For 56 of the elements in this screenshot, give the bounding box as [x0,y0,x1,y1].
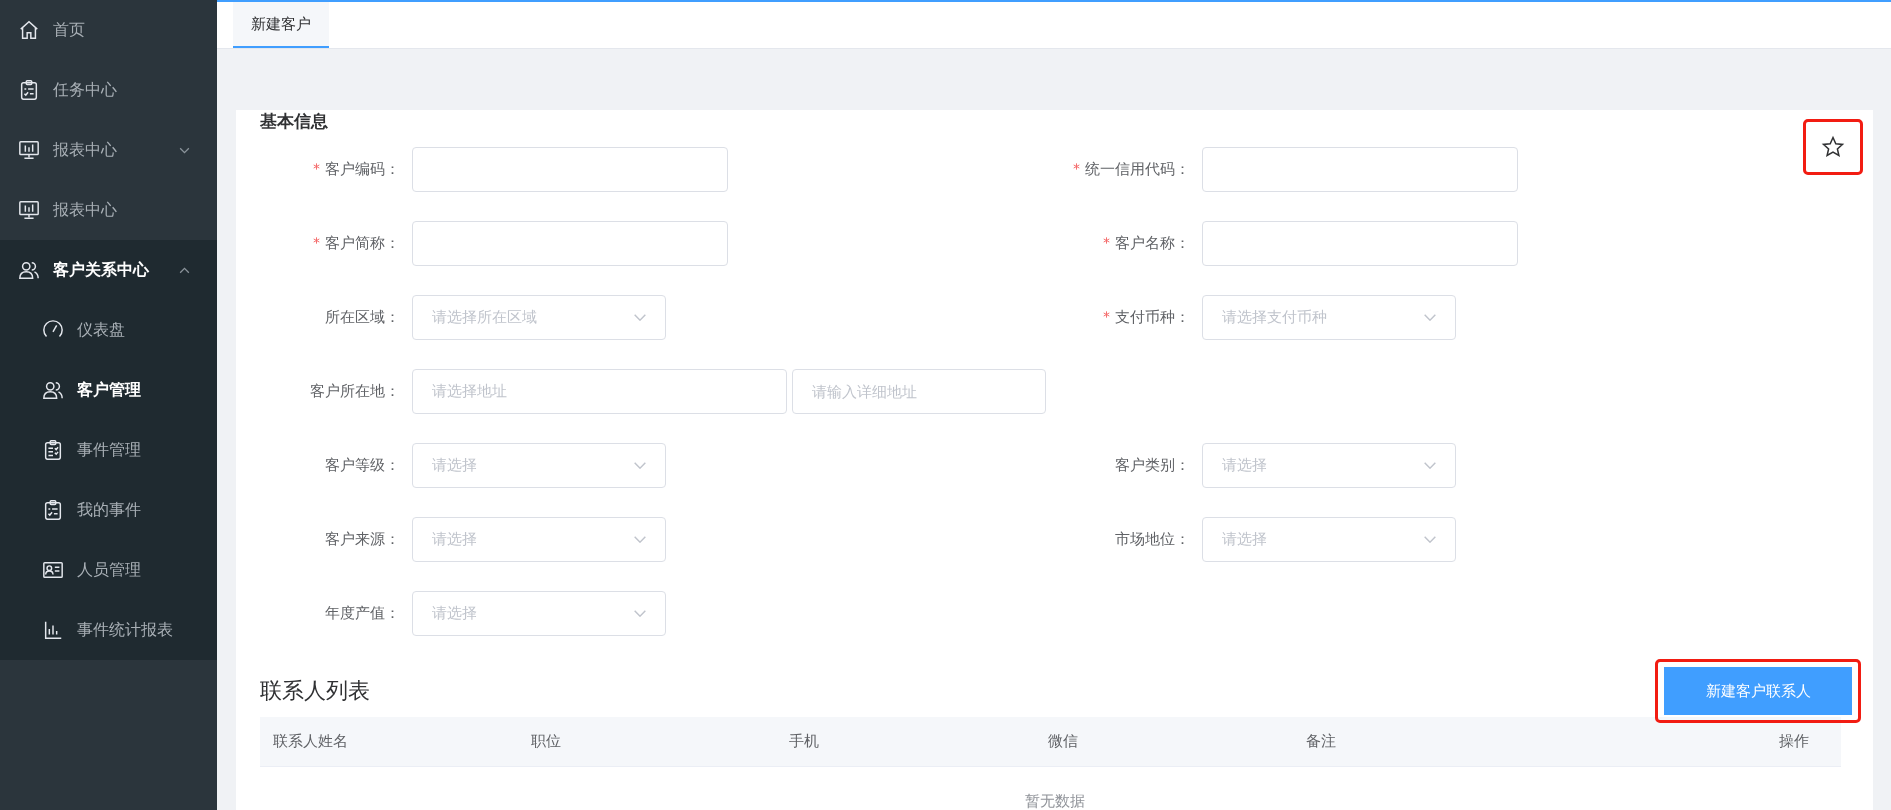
field-label: 客户类别： [1115,456,1190,474]
input-field[interactable] [1202,147,1518,192]
input-field[interactable] [412,221,728,266]
home-icon [18,19,40,41]
sidebar-item[interactable]: 报表中心 [0,180,217,240]
id-card-icon [42,559,64,581]
clipboard-icon [42,499,64,521]
checklist-icon [42,439,64,461]
column-header: 微信 [1046,732,1079,751]
monitor-chart-icon [18,199,40,221]
sidebar-item[interactable]: 客户关系中心 [0,240,217,300]
field-label: 年度产值： [325,604,400,622]
sidebar-item[interactable]: 报表中心 [0,120,217,180]
field-label: 所在区域： [325,308,400,326]
field-label: 统一信用代码： [1085,160,1190,178]
column-header: 手机 [788,732,821,751]
clipboard-icon [18,79,40,101]
field-label: 客户所在地： [310,382,400,400]
column-header: 备注 [1304,732,1337,751]
column-header: 联系人姓名 [272,732,349,751]
chevron-down-icon [1424,536,1436,543]
sidebar-subitem[interactable]: 我的事件 [0,480,217,540]
field-label: 客户等级： [325,456,400,474]
star-icon[interactable] [1821,135,1845,159]
column-header: 职位 [530,732,563,751]
sidebar-subitem[interactable]: 事件管理 [0,420,217,480]
chevron-down-icon [1424,462,1436,469]
field-label: 客户简称： [325,234,400,252]
bar-chart-icon [42,619,64,641]
monitor-chart-icon [18,139,40,161]
chevron-down-icon [634,314,646,321]
chevron-down-icon [634,462,646,469]
sidebar-subitem[interactable]: 人员管理 [0,540,217,600]
sidebar-subitem[interactable]: 事件统计报表 [0,600,217,660]
field-label: 客户编码： [325,160,400,178]
people-icon [18,259,40,281]
sidebar-subitem[interactable]: 客户管理 [0,360,217,420]
sidebar-item[interactable]: 任务中心 [0,60,217,120]
input-field[interactable] [1202,221,1518,266]
column-header: 操作 [1778,732,1811,751]
field-label: 客户名称： [1115,234,1190,252]
section-title: 联系人列表 [260,677,370,705]
page-tab[interactable]: 新建客户 [233,2,329,48]
chevron-down-icon [1424,314,1436,321]
address-input-field[interactable]: 请输入详细地址 [792,369,1046,414]
chevron-down-icon [634,536,646,543]
field-label: 客户来源： [325,530,400,548]
field-label: 市场地位： [1115,530,1190,548]
empty-text: 暂无数据 [1024,792,1085,810]
sidebar-subitem[interactable]: 仪表盘 [0,300,217,360]
sidebar-item[interactable]: 首页 [0,0,217,60]
section-title: 基本信息 [260,110,328,133]
input-field[interactable] [412,147,728,192]
field-label: 支付币种： [1115,308,1190,326]
chevron-down-icon [634,610,646,617]
people-icon [42,379,64,401]
